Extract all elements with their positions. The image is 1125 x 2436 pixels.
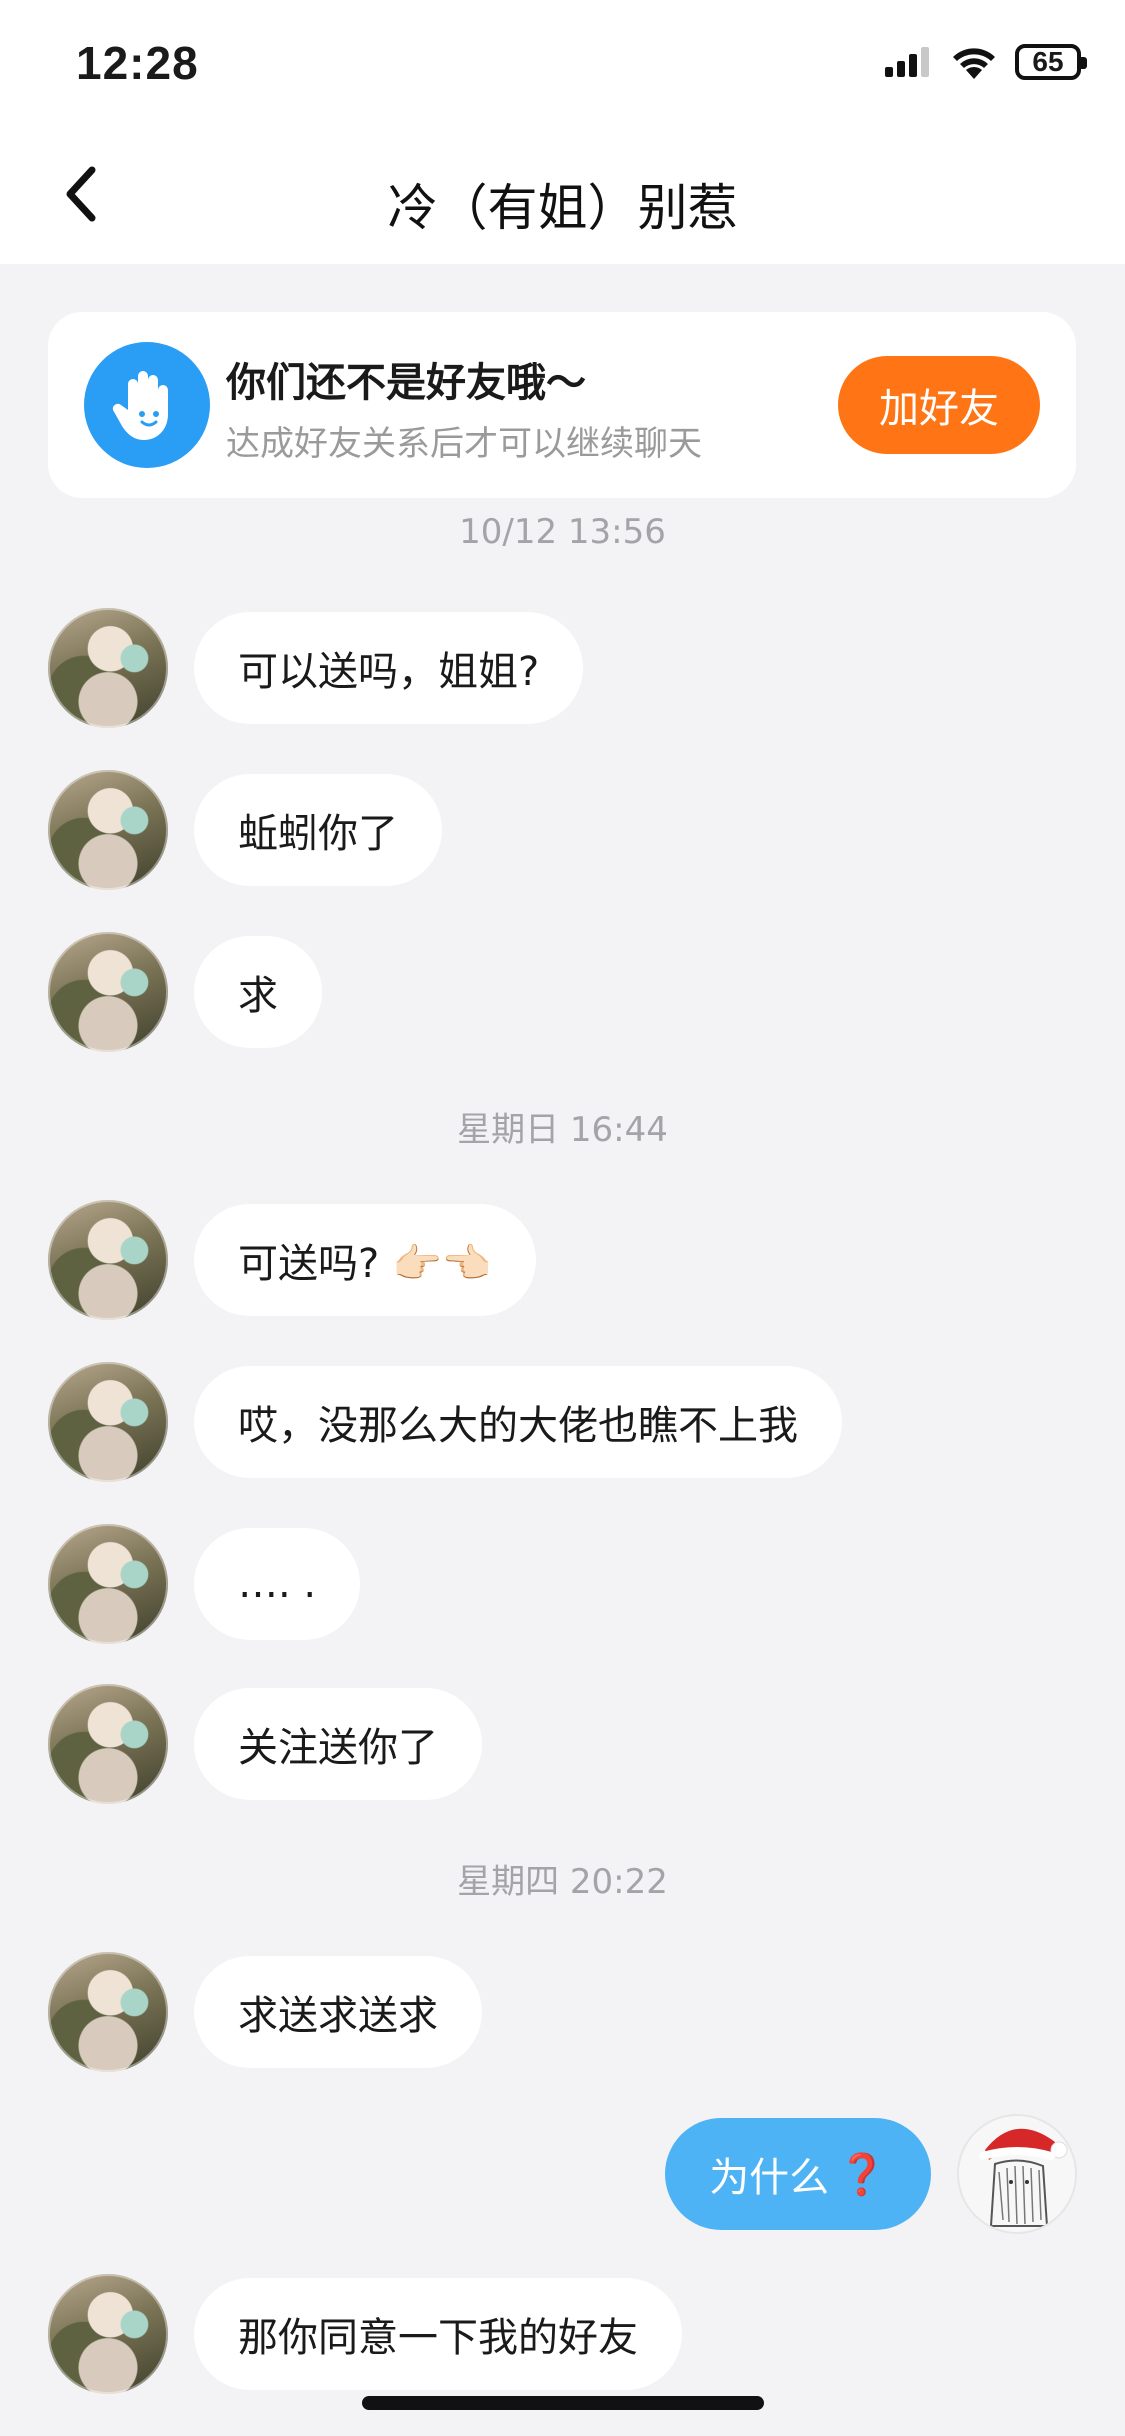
message-bubble[interactable]: 哎，没那么大的大佬也瞧不上我 (194, 1366, 842, 1478)
status-icons: 65 (885, 44, 1087, 80)
message-bubble[interactable]: 关注送你了 (194, 1688, 482, 1800)
message-row: 蚯蚓你了 (48, 770, 442, 890)
message-row: 那你同意一下我的好友 (48, 2274, 682, 2394)
my-message-bubble[interactable]: 为什么 ❓ (665, 2118, 931, 2230)
message-bubble[interactable]: …. . (194, 1528, 361, 1640)
message-row: …. . (48, 1524, 361, 1644)
message-bubble[interactable]: 可送吗? 👉🏻👈🏻 (194, 1204, 536, 1316)
message-bubble[interactable]: 那你同意一下我的好友 (194, 2278, 682, 2390)
message-row: 哎，没那么大的大佬也瞧不上我 (48, 1362, 842, 1482)
my-message-row: 为什么 ❓ (665, 2114, 1077, 2234)
not-friends-banner: 你们还不是好友哦～ 达成好友关系后才可以继续聊天 加好友 (48, 312, 1076, 498)
top-bar: 12:28 65 冷（有姐）别惹 (0, 0, 1125, 264)
cellular-signal-icon (885, 47, 929, 77)
add-friend-button[interactable]: 加好友 (838, 356, 1040, 454)
home-indicator[interactable] (362, 2396, 764, 2410)
contact-avatar[interactable] (48, 2274, 168, 2394)
time-separator: 10/12 13:56 (459, 512, 666, 552)
contact-avatar[interactable] (48, 1200, 168, 1320)
time-separator: 星期日 16:44 (457, 1110, 668, 1150)
my-message-text: 为什么 (709, 2155, 830, 2201)
message-row: 求送求送求 (48, 1952, 482, 2072)
wave-hand-icon (84, 342, 210, 468)
contact-avatar[interactable] (48, 608, 168, 728)
message-row: 可以送吗，姐姐? (48, 608, 584, 728)
message-bubble[interactable]: 求 (194, 936, 322, 1048)
message-row: 求 (48, 932, 322, 1052)
chat-title: 冷（有姐）别惹 (387, 179, 738, 237)
battery-icon: 65 (1015, 44, 1087, 80)
message-bubble[interactable]: 蚯蚓你了 (194, 774, 442, 886)
question-mark-emoji: ❓ (837, 2151, 887, 2198)
message-bubble[interactable]: 可以送吗，姐姐? (194, 612, 584, 724)
contact-avatar[interactable] (48, 1684, 168, 1804)
battery-level: 65 (1032, 46, 1064, 77)
banner-title: 你们还不是好友哦～ (226, 360, 586, 406)
contact-avatar[interactable] (48, 1524, 168, 1644)
my-avatar[interactable] (957, 2114, 1077, 2234)
wifi-icon (953, 48, 995, 79)
contact-avatar[interactable] (48, 770, 168, 890)
message-bubble[interactable]: 求送求送求 (194, 1956, 482, 2068)
time-separator: 星期四 20:22 (457, 1862, 668, 1902)
message-row: 关注送你了 (48, 1684, 482, 1804)
contact-avatar[interactable] (48, 932, 168, 1052)
message-row: 可送吗? 👉🏻👈🏻 (48, 1200, 536, 1320)
santa-hat-sketch-icon (979, 2128, 1068, 2227)
contact-avatar[interactable] (48, 1362, 168, 1482)
contact-avatar[interactable] (48, 1952, 168, 2072)
banner-subtitle: 达成好友关系后才可以继续聊天 (226, 424, 702, 464)
status-time: 12:28 (76, 37, 199, 89)
